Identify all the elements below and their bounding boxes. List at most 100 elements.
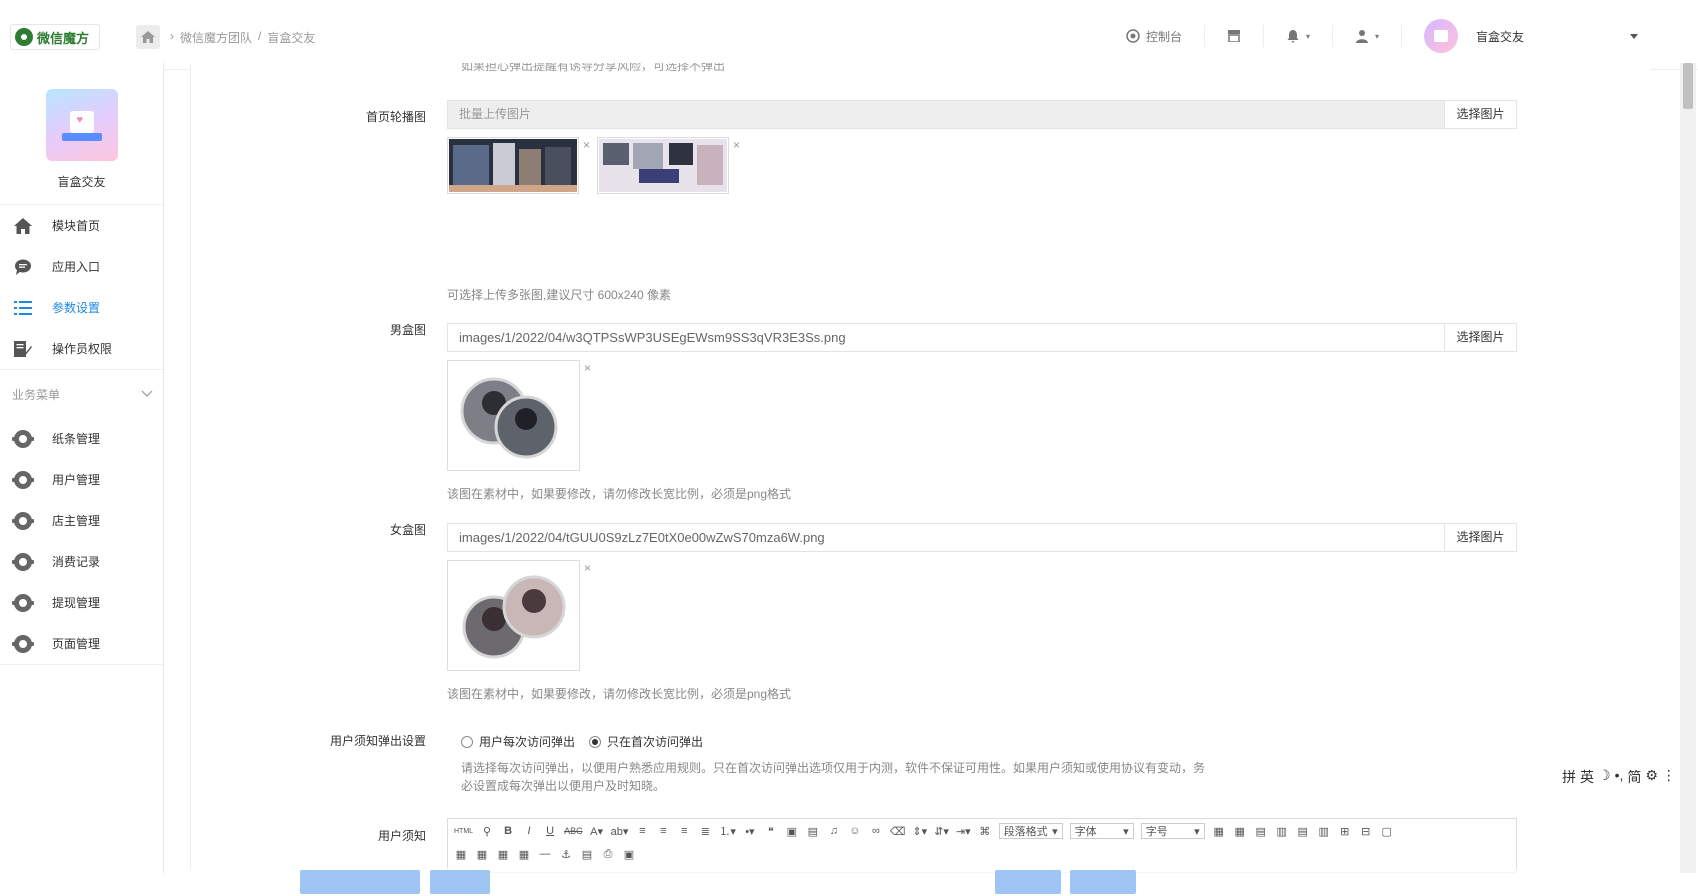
bottom-action-1[interactable]	[300, 870, 420, 894]
bold-icon[interactable]: B	[501, 824, 515, 838]
store-button[interactable]	[1205, 25, 1264, 47]
sidebar-item-operators[interactable]: 操作员权限	[0, 328, 163, 369]
underline-icon[interactable]: U	[543, 824, 557, 838]
indent-icon[interactable]: ⇥▾	[956, 824, 971, 838]
bottom-action-4[interactable]	[1070, 870, 1136, 894]
format-brush-icon[interactable]: ⌘	[978, 824, 992, 838]
line-height-icon[interactable]: ⇕▾	[912, 824, 927, 838]
sidebar-item-consumption[interactable]: 消费记录	[0, 541, 163, 582]
sidebar-item-withdrawals[interactable]: 提现管理	[0, 582, 163, 623]
align-center-icon[interactable]: ≡	[656, 824, 670, 838]
paragraph-format-select[interactable]: 段落格式 ▾	[998, 823, 1063, 839]
grid-2-icon[interactable]: ▦	[496, 847, 510, 861]
strikethrough-icon[interactable]: ABC	[564, 824, 583, 838]
page-scrollbar[interactable]	[1680, 63, 1696, 873]
popup-every-visit-radio[interactable]	[461, 735, 473, 748]
popup-first-visit-label[interactable]: 只在首次访问弹出	[607, 733, 703, 750]
banner-select-button[interactable]: 选择图片	[1444, 101, 1516, 128]
home-icon	[14, 217, 32, 234]
user-menu-button[interactable]: ▾	[1333, 25, 1402, 47]
template-icon[interactable]: ▦	[454, 847, 468, 861]
link-icon[interactable]: ∞	[869, 824, 883, 838]
delete-row-icon[interactable]: ▤	[1296, 824, 1310, 838]
file-icon[interactable]: ▤	[806, 824, 820, 838]
punctuation-icon[interactable]: •,	[1615, 767, 1624, 787]
delete-col-icon[interactable]: ▥	[1317, 824, 1331, 838]
image-icon[interactable]: ▣	[785, 824, 799, 838]
remove-banner-2-icon[interactable]: ×	[733, 138, 740, 152]
notice-rich-editor[interactable]: HTML ⚲ B I U ABC A▾ ab▾ ≡ ≡ ≡ ≣ ⒈▾ •▾ ❝ …	[447, 818, 1517, 873]
account-dropdown[interactable]: 盲盒交友	[1402, 19, 1698, 53]
font-size-select[interactable]: 字号 ▾	[1140, 823, 1205, 839]
italic-icon[interactable]: I	[522, 824, 536, 838]
banner-input[interactable]: 批量上传图片	[448, 101, 1444, 128]
sidebar-item-entry[interactable]: 应用入口	[0, 246, 163, 287]
horizontal-rule-icon[interactable]: —	[538, 847, 552, 861]
gear-icon[interactable]: ⚙	[1645, 767, 1658, 787]
music-icon[interactable]: ♫	[827, 824, 841, 838]
page-break-icon[interactable]: ▤	[580, 847, 594, 861]
font-family-select[interactable]: 字体 ▾	[1069, 823, 1134, 839]
male-box-input[interactable]: images/1/2022/04/w3QTPSsWP3USEgEWsm9SS3q…	[448, 324, 1444, 351]
sidebar-item-shop-owners[interactable]: 店主管理	[0, 500, 163, 541]
eraser-icon[interactable]: ⌫	[890, 824, 906, 838]
bottom-action-3[interactable]	[995, 870, 1061, 894]
sidebar-item-label: 消费记录	[52, 555, 101, 569]
remove-banner-1-icon[interactable]: ×	[583, 138, 590, 152]
fullscreen-icon[interactable]: ▢	[1380, 824, 1394, 838]
sidebar-item-label: 参数设置	[52, 301, 101, 315]
female-box-input[interactable]: images/1/2022/04/tGUU0S9zLz7E0tX0e00wZwS…	[448, 524, 1444, 551]
console-link[interactable]: 控制台	[1104, 25, 1205, 47]
popup-first-visit-radio[interactable]	[589, 735, 602, 748]
quote-icon[interactable]: ❝	[764, 824, 778, 838]
insert-col-icon[interactable]: ▥	[1275, 824, 1289, 838]
font-color-icon[interactable]: A▾	[590, 824, 604, 838]
insert-row-icon[interactable]: ▤	[1254, 824, 1268, 838]
male-box-select-button[interactable]: 选择图片	[1444, 324, 1516, 351]
notification-button[interactable]: ▾	[1264, 25, 1333, 47]
print-icon[interactable]: ⎙	[601, 847, 615, 861]
anchor-icon[interactable]: ⚓	[559, 847, 573, 861]
bottom-action-2[interactable]	[430, 870, 490, 894]
sidebar-item-pages[interactable]: 页面管理	[0, 623, 163, 664]
caret-down-icon	[1630, 33, 1638, 39]
ordered-list-icon[interactable]: ⒈▾	[719, 824, 736, 838]
home-button[interactable]	[136, 25, 160, 49]
merge-cells-icon[interactable]: ⊞	[1338, 824, 1352, 838]
emoji-icon[interactable]: ☺	[848, 824, 862, 838]
grid-icon[interactable]: ▦	[475, 847, 489, 861]
split-cells-icon[interactable]: ⊟	[1359, 824, 1373, 838]
moon-icon[interactable]: ☽	[1598, 767, 1611, 787]
unordered-list-icon[interactable]: •▾	[743, 824, 757, 838]
popup-every-visit-label[interactable]: 用户每次访问弹出	[479, 733, 575, 750]
row-spacing-icon[interactable]: ⇵▾	[934, 824, 949, 838]
ime-more-icon[interactable]: ⋮	[1662, 767, 1676, 787]
highlight-icon[interactable]: ab▾	[611, 824, 629, 838]
preview-icon[interactable]: ⚲	[480, 824, 494, 838]
grid-3-icon[interactable]: ▦	[517, 847, 531, 861]
remove-male-box-icon[interactable]: ×	[584, 361, 591, 375]
drafts-icon[interactable]: ▣	[622, 847, 636, 861]
breadcrumb-item-team[interactable]: 微信魔方团队	[180, 29, 252, 46]
ime-simplified[interactable]: 简	[1627, 767, 1641, 787]
table-insert-icon[interactable]: ▦	[1233, 824, 1247, 838]
align-justify-icon[interactable]: ≣	[698, 824, 712, 838]
sidebar-item-home[interactable]: 模块首页	[0, 205, 163, 246]
html-source-button[interactable]: HTML	[454, 824, 473, 838]
table-icon[interactable]: ▦	[1212, 824, 1226, 838]
ime-english[interactable]: 英	[1580, 767, 1594, 787]
sidebar-item-notes[interactable]: 纸条管理	[0, 418, 163, 459]
female-box-select-button[interactable]: 选择图片	[1444, 524, 1516, 551]
scroll-thumb[interactable]	[1683, 63, 1693, 109]
remove-female-box-icon[interactable]: ×	[584, 561, 591, 575]
male-box-label: 男盒图	[389, 323, 426, 337]
align-right-icon[interactable]: ≡	[677, 824, 691, 838]
ime-pinyin[interactable]: 拼	[1562, 767, 1576, 787]
business-menu-header[interactable]: 业务菜单	[0, 370, 163, 418]
sidebar-item-settings[interactable]: 参数设置	[0, 287, 163, 328]
sidebar-item-label: 应用入口	[52, 260, 101, 274]
logo[interactable]: 微信魔方	[10, 24, 100, 50]
align-left-icon[interactable]: ≡	[635, 824, 649, 838]
breadcrumb-item-current: 盲盒交友	[267, 31, 316, 45]
sidebar-item-users[interactable]: 用户管理	[0, 459, 163, 500]
